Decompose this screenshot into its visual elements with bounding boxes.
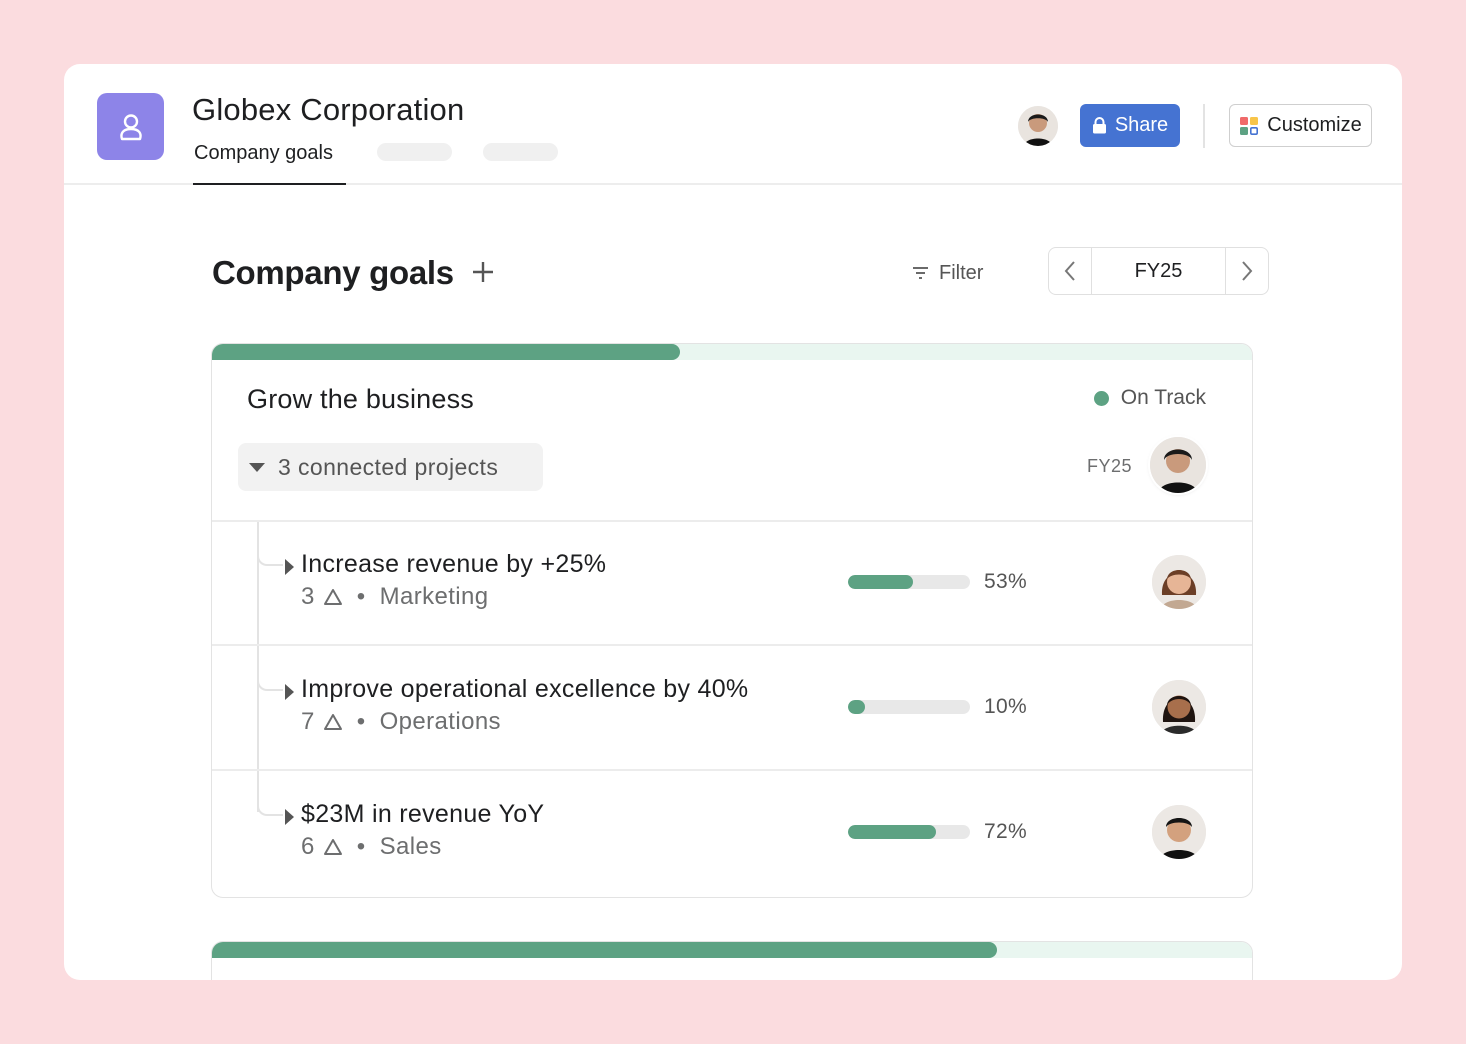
- goal-progress-track: [212, 942, 1252, 958]
- tree-connector: [257, 647, 283, 691]
- period-selector: FY25: [1048, 247, 1269, 295]
- grid-icon: [1239, 116, 1259, 136]
- subgoal-progress-track: [848, 575, 970, 589]
- meta-separator: •: [356, 833, 366, 860]
- avatar[interactable]: [1018, 106, 1058, 146]
- subgoal-progress-fill: [848, 575, 913, 589]
- subgoal-title[interactable]: Improve operational excellence by 40%: [301, 675, 748, 704]
- connected-projects-toggle[interactable]: 3 connected projects: [238, 443, 543, 491]
- list-item[interactable]: Improve operational excellence by 40% 7 …: [212, 647, 1252, 771]
- filter-label: Filter: [939, 261, 984, 284]
- goal-progress-fill: [212, 344, 680, 360]
- subgoal-meta: 6 • Sales: [301, 833, 442, 861]
- caret-right-icon[interactable]: [285, 684, 294, 700]
- lock-icon: [1092, 117, 1107, 134]
- subgoal-progress-label: 72%: [984, 820, 1027, 843]
- list-item[interactable]: Increase revenue by +25% 3 • Marketing 5…: [212, 522, 1252, 646]
- chevron-left-icon: [1064, 261, 1075, 281]
- tree-connector: [257, 522, 283, 566]
- meta-separator: •: [356, 583, 366, 610]
- subgoal-title[interactable]: Increase revenue by +25%: [301, 550, 606, 579]
- subgoal-team: Sales: [379, 833, 442, 860]
- tab-company-goals[interactable]: Company goals: [194, 142, 333, 165]
- avatar[interactable]: [1152, 555, 1206, 609]
- connected-projects-label: 3 connected projects: [278, 453, 499, 480]
- app-window: Globex Corporation Company goals Share C…: [64, 64, 1402, 980]
- avatar[interactable]: [1152, 805, 1206, 859]
- caret-right-icon[interactable]: [285, 809, 294, 825]
- subgoal-progress-track: [848, 825, 970, 839]
- add-goal-button[interactable]: [468, 254, 498, 290]
- status-label: On Track: [1120, 386, 1206, 409]
- status-dot: [1093, 390, 1109, 406]
- subgoal-count: 3: [301, 583, 315, 610]
- subgoal-team: Operations: [379, 708, 501, 735]
- list-item[interactable]: $23M in revenue YoY 6 • Sales 72%: [212, 772, 1252, 896]
- plus-icon: [473, 262, 493, 282]
- project-header: Globex Corporation Company goals Share C…: [64, 64, 1402, 185]
- subgoal-meta: 7 • Operations: [301, 708, 501, 736]
- tree-connector: [257, 772, 283, 816]
- subgoal-progress-fill: [848, 700, 866, 714]
- goal-progress-fill: [212, 942, 998, 958]
- org-title: Globex Corporation: [192, 92, 465, 127]
- row-divider: [212, 769, 1252, 771]
- filter-icon: [912, 266, 929, 280]
- customize-button[interactable]: Customize: [1229, 104, 1372, 147]
- tab-placeholder-2[interactable]: [483, 143, 558, 161]
- goal-triangle-icon: [323, 713, 343, 731]
- subgoal-team: Marketing: [379, 583, 489, 610]
- caret-down-icon: [248, 461, 266, 473]
- avatar[interactable]: [1150, 437, 1206, 493]
- page-title: Company goals: [212, 254, 454, 291]
- chevron-right-icon: [1242, 261, 1253, 281]
- goal-period: FY25: [1087, 456, 1133, 476]
- next-period-button[interactable]: [1226, 248, 1268, 294]
- subgoal-title[interactable]: $23M in revenue YoY: [301, 800, 544, 829]
- row-divider: [212, 644, 1252, 646]
- person-icon[interactable]: [97, 93, 164, 160]
- goal-card[interactable]: Grow the business On Track 3 connected p…: [211, 343, 1253, 898]
- prev-period-button[interactable]: [1049, 248, 1091, 294]
- goal-card[interactable]: [211, 941, 1253, 980]
- header-divider: [1203, 104, 1205, 148]
- goal-triangle-icon: [323, 838, 343, 856]
- active-tab-indicator: [193, 183, 346, 185]
- subgoal-progress-track: [848, 700, 970, 714]
- goal-title[interactable]: Grow the business: [247, 384, 474, 415]
- current-period[interactable]: FY25: [1091, 248, 1226, 294]
- share-label: Share: [1114, 114, 1169, 136]
- tab-placeholder-1[interactable]: [377, 143, 452, 161]
- subgoal-count: 7: [301, 708, 315, 735]
- subgoal-meta: 3 • Marketing: [301, 583, 489, 611]
- subgoal-progress-fill: [848, 825, 936, 839]
- subgoal-count: 6: [301, 833, 315, 860]
- status-badge: On Track: [1093, 386, 1206, 410]
- customize-label: Customize: [1267, 114, 1362, 136]
- share-button[interactable]: Share: [1080, 104, 1180, 147]
- goal-progress-track: [212, 344, 1252, 360]
- goal-triangle-icon: [323, 588, 343, 606]
- caret-right-icon[interactable]: [285, 559, 294, 575]
- subgoal-progress-label: 10%: [984, 695, 1027, 718]
- meta-separator: •: [356, 708, 366, 735]
- filter-button[interactable]: Filter: [912, 258, 983, 288]
- subgoal-progress-label: 53%: [984, 570, 1027, 593]
- avatar[interactable]: [1152, 680, 1206, 734]
